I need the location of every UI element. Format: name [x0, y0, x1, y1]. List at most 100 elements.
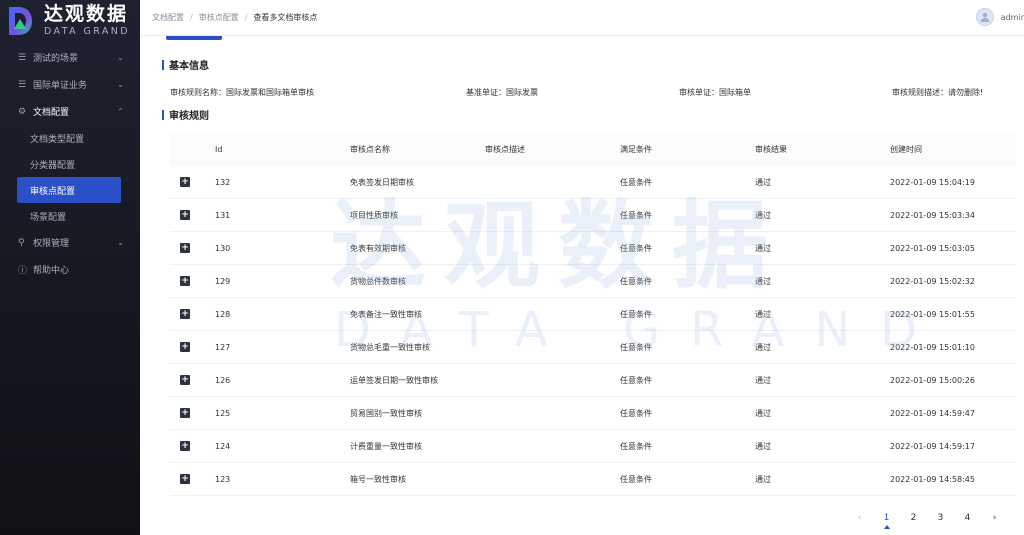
column-header-id[interactable]: Id: [215, 145, 222, 154]
table-body: +132 免表签发日期审核 任意条件 通过 2022-01-09 15:04:19 +13…: [170, 166, 1016, 496]
cell-result: 通过: [755, 408, 771, 418]
user-name: admir: [1000, 12, 1024, 22]
sidebar-subitem-classifier-config[interactable]: 分类器配置: [0, 151, 140, 177]
pagination-next-button[interactable]: ›: [981, 513, 1008, 523]
table-row[interactable]: +129 货物总件数审核 任意条件 通过 2022-01-09 15:02:32: [170, 265, 1016, 298]
expand-row-button[interactable]: +: [180, 210, 190, 220]
section-title-rules: 审核规则: [162, 107, 209, 122]
breadcrumb-item-current: 查看多文档审核点: [253, 13, 318, 22]
cell-name: 免表有效期审核: [350, 243, 406, 253]
logo-mark-icon: [6, 5, 34, 37]
cell-result: 通过: [755, 276, 771, 286]
cell-result: 通过: [755, 342, 771, 352]
expand-row-button[interactable]: +: [180, 408, 190, 418]
table-row[interactable]: +131 项目性质审核 任意条件 通过 2022-01-09 15:03:34: [170, 199, 1016, 232]
sidebar-subitem-scene-config[interactable]: 场景配置: [0, 203, 140, 229]
table-row[interactable]: +123 箱号一致性审核 任意条件 通过 2022-01-09 14:58:45: [170, 463, 1016, 496]
cell-id: 129: [215, 276, 231, 286]
cell-id: 132: [215, 177, 231, 187]
expand-row-button[interactable]: +: [180, 309, 190, 319]
cell-id: 130: [215, 243, 231, 253]
chevron-down-icon: ⌄: [117, 53, 124, 62]
brand-name-cn: 达观数据: [44, 3, 129, 26]
expand-row-button[interactable]: +: [180, 342, 190, 352]
cell-id: 127: [215, 342, 231, 352]
main-content: 基本信息 审核规则名称：国际发票和国际箱单审核 基准单证：国际发票 审核单证：国…: [140, 36, 1024, 535]
table-row[interactable]: +128 免表备注一致性审核 任意条件 通过 2022-01-09 15:01:55: [170, 298, 1016, 331]
breadcrumb-item-doc-config[interactable]: 文档配置: [152, 12, 184, 23]
plus-icon: +: [180, 441, 190, 451]
avatar[interactable]: [975, 8, 994, 26]
expand-row-button[interactable]: +: [180, 375, 190, 385]
cell-name: 项目性质审核: [350, 210, 398, 220]
table-row[interactable]: +124 计费重量一致性审核 任意条件 通过 2022-01-09 14:59:17: [170, 430, 1016, 463]
cell-name: 运单签发日期一致性审核: [350, 375, 438, 385]
sidebar-item-label: 测试的场景: [33, 54, 79, 64]
expand-row-button[interactable]: +: [180, 177, 190, 187]
cell-result: 通过: [755, 177, 771, 187]
breadcrumb-item-audit-point-config[interactable]: 审核点配置: [199, 12, 239, 23]
brand-name-en: DATA GRAND: [44, 26, 130, 38]
sidebar-item-test-scenes[interactable]: ☰ 测试的场景 ⌄: [0, 44, 140, 71]
column-header-name[interactable]: 审核点名称: [350, 144, 390, 155]
column-header-created-time[interactable]: 创建时间: [890, 144, 922, 155]
cell-condition: 任意条件: [620, 210, 652, 220]
sidebar-item-label: 文档配置: [33, 108, 70, 118]
cell-created-time: 2022-01-09 14:58:45: [890, 474, 975, 484]
pagination-page-4[interactable]: 4: [954, 513, 981, 523]
cell-condition: 任意条件: [620, 375, 652, 385]
logo[interactable]: 达观数据 DATA GRAND: [0, 0, 140, 42]
cell-created-time: 2022-01-09 15:02:32: [890, 276, 975, 286]
info-audit-doc: 审核单证：国际箱单: [679, 88, 751, 97]
plus-icon: +: [180, 309, 190, 319]
table-row[interactable]: +127 货物总毛重一致性审核 任意条件 通过 2022-01-09 15:01:10: [170, 331, 1016, 364]
cell-result: 通过: [755, 474, 771, 484]
user-menu[interactable]: admir: [975, 8, 1024, 26]
pagination-page-3[interactable]: 3: [927, 513, 954, 523]
sidebar: 达观数据 DATA GRAND ☰ 测试的场景 ⌄ ☰ 国际单证业务 ⌄ ⚙ 文…: [0, 0, 140, 535]
column-header-result[interactable]: 审核结果: [755, 144, 787, 155]
cell-name: 免表签发日期审核: [350, 177, 414, 187]
tab-indicator: [166, 36, 222, 40]
cell-condition: 任意条件: [620, 408, 652, 418]
plus-icon: +: [180, 276, 190, 286]
sidebar-item-permissions[interactable]: ⚲ 权限管理 ⌄: [0, 229, 140, 256]
info-icon: ⓘ: [18, 266, 28, 276]
table-row[interactable]: +130 免表有效期审核 任意条件 通过 2022-01-09 15:03:05: [170, 232, 1016, 265]
plus-icon: +: [180, 342, 190, 352]
cell-condition: 任意条件: [620, 441, 652, 451]
cell-name: 免表备注一致性审核: [350, 309, 422, 319]
expand-row-button[interactable]: +: [180, 276, 190, 286]
cell-id: 125: [215, 408, 231, 418]
cell-name: 箱号一致性审核: [350, 474, 406, 484]
column-header-condition[interactable]: 满足条件: [620, 144, 652, 155]
pagination: ‹ 1 2 3 4 ›: [846, 513, 1008, 529]
pagination-page-2[interactable]: 2: [900, 513, 927, 523]
expand-row-button[interactable]: +: [180, 441, 190, 451]
cell-name: 贸易国别一致性审核: [350, 408, 422, 418]
cell-created-time: 2022-01-09 15:01:10: [890, 342, 975, 352]
sidebar-item-doc-config[interactable]: ⚙ 文档配置 ⌃: [0, 98, 140, 125]
pagination-prev-button[interactable]: ‹: [846, 513, 873, 523]
sidebar-subitem-audit-point-config[interactable]: 审核点配置: [17, 177, 121, 203]
cell-id: 123: [215, 474, 231, 484]
sidebar-menu: ☰ 测试的场景 ⌄ ☰ 国际单证业务 ⌄ ⚙ 文档配置 ⌃ 文档类型配置 分类器…: [0, 44, 140, 283]
plus-icon: +: [180, 177, 190, 187]
sidebar-item-intl-docs[interactable]: ☰ 国际单证业务 ⌄: [0, 71, 140, 98]
table-row[interactable]: +125 贸易国别一致性审核 任意条件 通过 2022-01-09 14:59:47: [170, 397, 1016, 430]
sidebar-item-label: 权限管理: [33, 239, 70, 249]
sidebar-item-help-center[interactable]: ⓘ 帮助中心: [0, 256, 140, 283]
expand-row-button[interactable]: +: [180, 474, 190, 484]
table-row[interactable]: +126 运单签发日期一致性审核 任意条件 通过 2022-01-09 15:00:26: [170, 364, 1016, 397]
gear-icon: ⚙: [18, 106, 27, 117]
plus-icon: +: [180, 210, 190, 220]
rules-table: Id 审核点名称 审核点描述 满足条件 审核结果 创建时间 +132 免表签发日期…: [170, 133, 1016, 496]
table-row[interactable]: +132 免表签发日期审核 任意条件 通过 2022-01-09 15:04:19: [170, 166, 1016, 199]
pagination-page-1[interactable]: 1: [873, 513, 900, 529]
list-icon: ☰: [18, 79, 27, 90]
sidebar-subitem-doc-type-config[interactable]: 文档类型配置: [0, 125, 140, 151]
cell-condition: 任意条件: [620, 309, 652, 319]
info-rule-desc: 审核规则描述：请勿删除!: [892, 88, 984, 97]
column-header-desc[interactable]: 审核点描述: [485, 144, 525, 155]
expand-row-button[interactable]: +: [180, 243, 190, 253]
